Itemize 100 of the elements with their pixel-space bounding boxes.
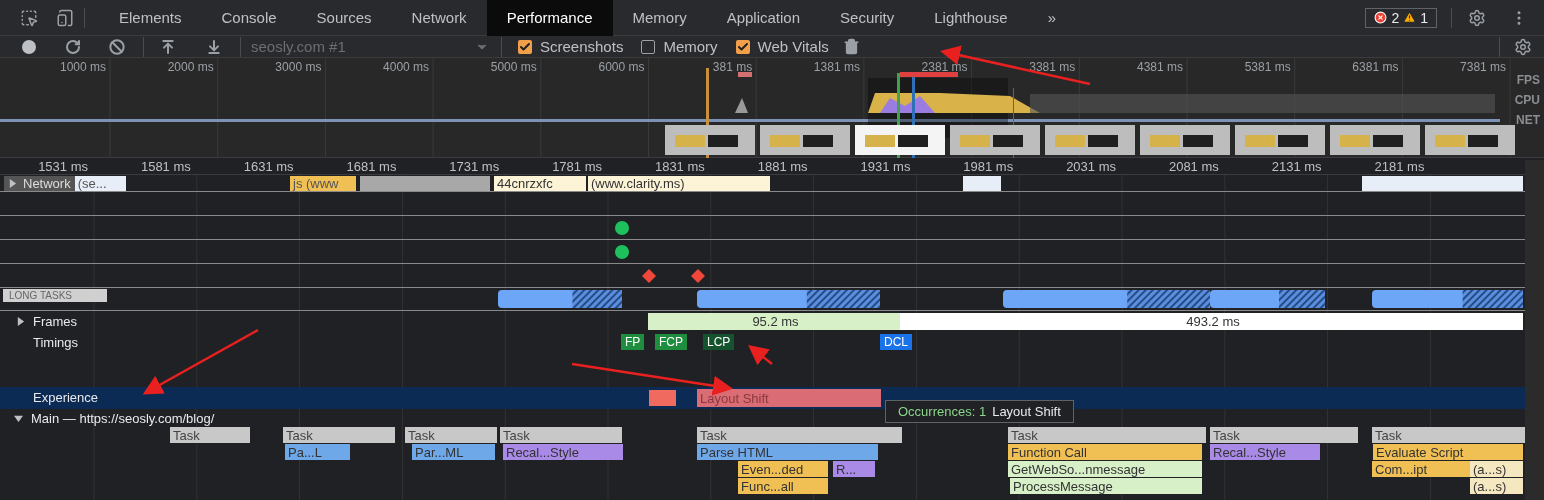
panel-tab[interactable]: Memory xyxy=(612,0,707,36)
flame-chart-event[interactable]: Task xyxy=(1008,427,1206,443)
flame-chart-event[interactable]: Func...all xyxy=(738,478,828,494)
track-label: Frames xyxy=(33,314,78,329)
time-tick: 5000 ms xyxy=(490,60,537,74)
panel-tab[interactable]: Sources xyxy=(296,0,392,36)
flame-chart-event[interactable]: Task xyxy=(697,427,902,443)
flame-chart-event[interactable]: Com...ipt xyxy=(1372,461,1470,477)
timing-marker[interactable]: DCL xyxy=(880,334,912,350)
device-toggle-icon[interactable] xyxy=(56,8,74,27)
long-task-bar[interactable] xyxy=(697,290,880,308)
inspect-icon[interactable] xyxy=(20,8,38,27)
lane-label: NET xyxy=(1516,113,1540,127)
time-tick: 1681 ms xyxy=(346,159,397,174)
error-count: 2 xyxy=(1391,9,1400,26)
frame-bar[interactable]: 493.2 ms xyxy=(900,313,1523,330)
panel-tab[interactable]: Network xyxy=(391,0,487,36)
panel-tab[interactable]: Security xyxy=(820,0,915,36)
upload-icon[interactable] xyxy=(160,38,176,55)
flame-chart-event[interactable]: Even...ded xyxy=(738,461,828,477)
panel-tab[interactable]: Elements xyxy=(99,0,202,36)
trash-icon[interactable] xyxy=(842,38,860,55)
time-tick: 6000 ms xyxy=(598,60,645,74)
track-label: Timings xyxy=(33,335,79,350)
panel-tab[interactable]: Console xyxy=(201,0,297,36)
reload-icon[interactable] xyxy=(65,38,81,55)
flame-chart-event[interactable]: Task xyxy=(170,427,250,443)
expand-icon[interactable] xyxy=(14,414,23,423)
layout-shift-marker[interactable] xyxy=(649,390,676,406)
flame-chart-event[interactable]: Task xyxy=(405,427,497,443)
panel-tab[interactable]: Application xyxy=(706,0,821,36)
time-tick: 5381 ms xyxy=(1244,60,1291,74)
flame-chart-event[interactable]: R... xyxy=(833,461,875,477)
scrollbar[interactable] xyxy=(1525,160,1544,500)
time-tick: 4381 ms xyxy=(1136,60,1183,74)
annotation-arrow xyxy=(748,344,773,366)
settings-icon[interactable] xyxy=(1468,8,1486,27)
lane-label: FPS xyxy=(1516,73,1540,87)
issues-counter[interactable]: 2 1 xyxy=(1365,7,1437,28)
time-tick: 2081 ms xyxy=(1168,159,1219,174)
flame-chart-event[interactable]: ProcessMessage xyxy=(1010,478,1202,494)
time-tick: 2131 ms xyxy=(1271,159,1322,174)
flame-chart-event[interactable]: Task xyxy=(1210,427,1358,443)
track-label: LONG TASKS xyxy=(3,289,107,302)
frame-bar[interactable]: 95.2 ms xyxy=(648,313,900,330)
track-label: Network xyxy=(23,176,71,191)
flame-chart-event[interactable]: Recal...Style xyxy=(1210,444,1320,460)
flame-chart-event[interactable]: Function Call xyxy=(1008,444,1202,460)
flame-chart-event[interactable]: Task xyxy=(1372,427,1525,443)
timing-marker[interactable]: LCP xyxy=(703,334,735,350)
checkbox[interactable] xyxy=(735,39,750,54)
long-task-bar[interactable] xyxy=(1003,290,1210,308)
panel-tab[interactable]: Lighthouse xyxy=(914,0,1028,36)
long-task-bar[interactable] xyxy=(498,290,622,308)
time-tick: 6381 ms xyxy=(1352,60,1399,74)
timing-marker[interactable]: FCP xyxy=(655,334,687,350)
time-tick: 3381 ms xyxy=(1029,60,1076,74)
error-icon xyxy=(1374,11,1388,24)
flame-chart-event[interactable]: GetWebSo...nmessage xyxy=(1008,461,1202,477)
flame-chart-event[interactable]: Task xyxy=(283,427,395,443)
expand-icon[interactable] xyxy=(16,317,25,326)
flame-chart-event[interactable]: (a...s) xyxy=(1470,478,1523,494)
checkbox-label: Memory xyxy=(663,38,718,55)
time-tick: 1981 ms xyxy=(963,159,1014,174)
lane-label: CPU xyxy=(1514,93,1540,107)
record-icon[interactable] xyxy=(21,38,37,55)
flame-chart-event[interactable]: Recal...Style xyxy=(503,444,623,460)
flame-chart-event[interactable]: Parse HTML xyxy=(697,444,878,460)
time-tick: 1631 ms xyxy=(243,159,294,174)
panel-tab[interactable]: Performance xyxy=(486,0,613,36)
checkbox[interactable] xyxy=(641,39,656,54)
download-icon[interactable] xyxy=(206,38,222,55)
time-tick: 7381 ms xyxy=(1460,60,1507,74)
time-tick: 1381 ms xyxy=(813,60,860,74)
event-dot[interactable] xyxy=(615,221,629,235)
flame-chart-event[interactable]: (a...s) xyxy=(1470,461,1523,477)
flame-chart-event[interactable]: Task xyxy=(500,427,622,443)
event-diamond[interactable] xyxy=(642,269,656,283)
event-diamond[interactable] xyxy=(691,269,705,283)
checkbox[interactable] xyxy=(518,39,532,54)
network-request[interactable]: 44cnrzxfc xyxy=(494,176,586,191)
clear-icon[interactable] xyxy=(109,38,125,55)
flame-chart-event[interactable]: Evaluate Script xyxy=(1373,444,1523,460)
settings-icon[interactable] xyxy=(1514,37,1532,56)
time-tick: 1781 ms xyxy=(552,159,602,174)
flame-chart-event[interactable]: Pa...L xyxy=(285,444,350,460)
time-tick: 2000 ms xyxy=(167,60,214,74)
expand-icon[interactable] xyxy=(8,179,17,188)
more-tabs-button[interactable]: » xyxy=(1027,0,1076,36)
network-request[interactable]: (www.clarity.ms) xyxy=(588,176,770,191)
time-tick: 1881 ms xyxy=(757,159,808,174)
flame-chart-event[interactable]: Par...ML xyxy=(412,444,495,460)
timing-marker[interactable]: FP xyxy=(621,334,645,350)
network-request[interactable]: js (www xyxy=(290,176,356,191)
network-request[interactable]: (se... xyxy=(77,176,126,191)
long-task-bar[interactable] xyxy=(1210,290,1325,308)
time-tick: 1000 ms xyxy=(59,60,106,74)
time-tick: 381 ms xyxy=(712,60,753,74)
event-dot[interactable] xyxy=(615,245,629,259)
long-task-bar[interactable] xyxy=(1372,290,1523,308)
